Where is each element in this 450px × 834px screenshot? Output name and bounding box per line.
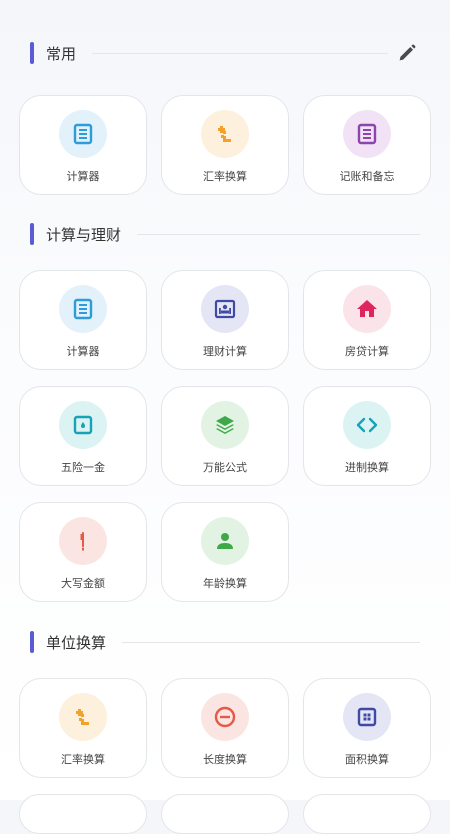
card-label: 万能公式 bbox=[203, 461, 247, 474]
exchange-icon bbox=[201, 110, 249, 158]
layers-icon bbox=[201, 401, 249, 449]
house-icon bbox=[343, 285, 391, 333]
tool-card-length[interactable]: 长度换算 bbox=[161, 678, 289, 778]
calculator-icon bbox=[59, 285, 107, 333]
card-label: 记账和备忘 bbox=[339, 170, 395, 183]
minus-circle-icon bbox=[201, 693, 249, 741]
notes-icon bbox=[343, 110, 391, 158]
card-label: 汇率换算 bbox=[61, 753, 105, 766]
tool-card-partial[interactable] bbox=[161, 794, 289, 834]
section-divider bbox=[122, 641, 420, 643]
section-header-units: 单位换算 bbox=[30, 630, 420, 654]
tool-card-exchange-rate[interactable]: 汇率换算 bbox=[19, 678, 147, 778]
pen-icon bbox=[59, 517, 107, 565]
card-label: 面积换算 bbox=[345, 753, 389, 766]
area-grid-icon bbox=[343, 693, 391, 741]
pencil-icon bbox=[396, 42, 418, 64]
section-header-calc-finance: 计算与理财 bbox=[30, 222, 420, 246]
card-label: 进制换算 bbox=[345, 461, 389, 474]
section-title: 计算与理财 bbox=[46, 225, 122, 244]
person-icon bbox=[201, 517, 249, 565]
tool-card-capital-amount[interactable]: 大写金额 bbox=[19, 502, 147, 602]
tool-card-calculator[interactable]: 计算器 bbox=[19, 270, 147, 370]
section-title: 单位换算 bbox=[46, 633, 107, 652]
card-label: 理财计算 bbox=[203, 345, 247, 358]
section-title: 常用 bbox=[46, 44, 77, 63]
section-accent-bar bbox=[30, 223, 34, 245]
tool-card-finance[interactable]: 理财计算 bbox=[161, 270, 289, 370]
exchange-icon bbox=[59, 693, 107, 741]
tool-card-calculator[interactable]: 计算器 bbox=[19, 95, 147, 195]
tool-card-base-convert[interactable]: 进制换算 bbox=[303, 386, 431, 486]
tool-card-formula[interactable]: 万能公式 bbox=[161, 386, 289, 486]
card-label: 长度换算 bbox=[203, 753, 247, 766]
section-divider bbox=[92, 52, 388, 54]
tool-card-partial[interactable] bbox=[303, 794, 431, 834]
section-divider bbox=[137, 233, 420, 235]
card-label: 大写金额 bbox=[61, 577, 105, 590]
section-accent-bar bbox=[30, 631, 34, 653]
section-header-common: 常用 bbox=[30, 41, 420, 65]
tool-card-notes[interactable]: 记账和备忘 bbox=[303, 95, 431, 195]
tool-card-age[interactable]: 年龄换算 bbox=[161, 502, 289, 602]
tool-card-mortgage[interactable]: 房贷计算 bbox=[303, 270, 431, 370]
card-label: 计算器 bbox=[66, 345, 100, 358]
code-brackets-icon bbox=[343, 401, 391, 449]
card-label: 房贷计算 bbox=[345, 345, 389, 358]
section-accent-bar bbox=[30, 42, 34, 64]
card-label: 五险一金 bbox=[61, 461, 105, 474]
card-label: 年龄换算 bbox=[203, 577, 247, 590]
card-label: 计算器 bbox=[66, 170, 100, 183]
insurance-icon bbox=[59, 401, 107, 449]
edit-button[interactable] bbox=[394, 40, 420, 66]
tool-card-area[interactable]: 面积换算 bbox=[303, 678, 431, 778]
card-label: 汇率换算 bbox=[203, 170, 247, 183]
calculator-icon bbox=[59, 110, 107, 158]
tool-card-partial[interactable] bbox=[19, 794, 147, 834]
tool-card-insurance[interactable]: 五险一金 bbox=[19, 386, 147, 486]
tool-card-exchange-rate[interactable]: 汇率换算 bbox=[161, 95, 289, 195]
finance-icon bbox=[201, 285, 249, 333]
